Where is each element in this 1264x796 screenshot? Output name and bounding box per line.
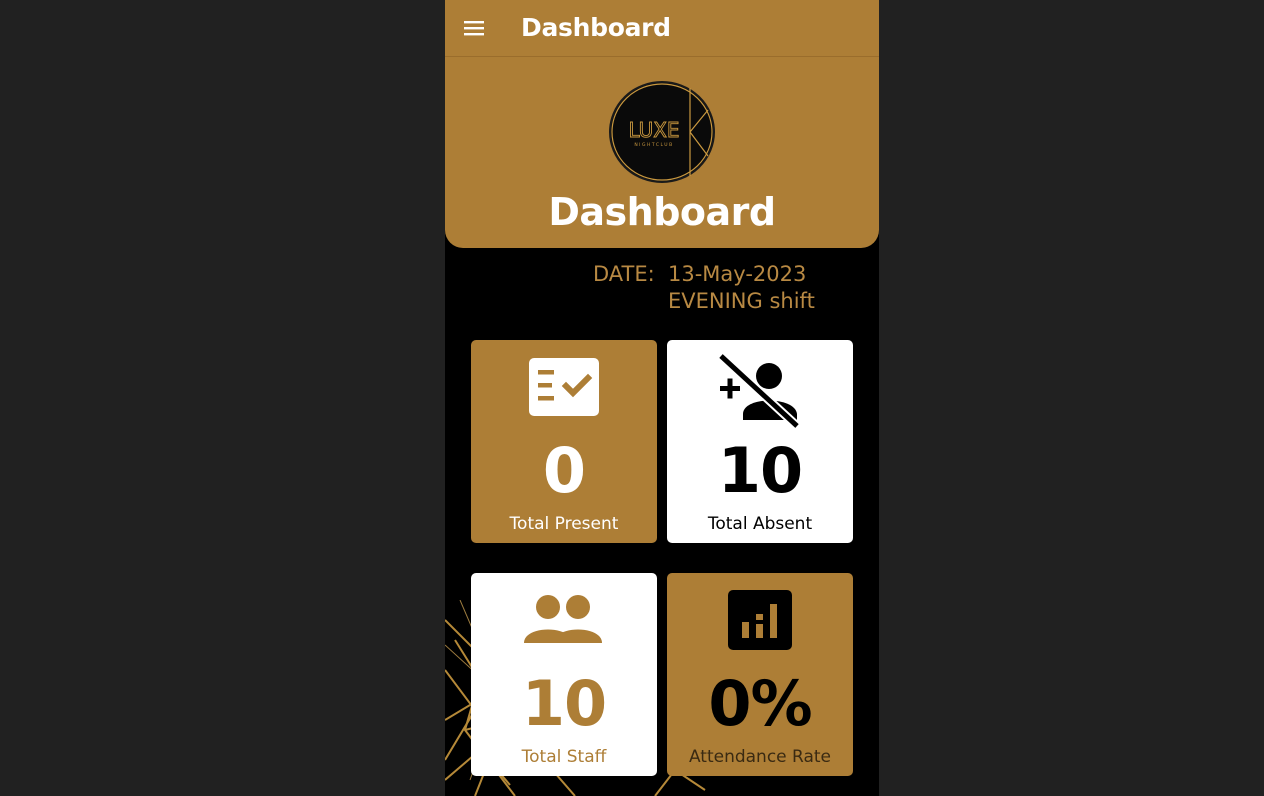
total-absent-label: Total Absent xyxy=(707,514,813,534)
app-screen: Dashboard LUXE NIGHTCLUB Dashboard DATE:… xyxy=(445,0,879,796)
bar-chart-icon xyxy=(728,590,792,650)
total-absent-value: 10 xyxy=(717,434,803,507)
total-staff-value: 10 xyxy=(521,667,607,740)
app-bar: Dashboard xyxy=(445,0,879,57)
total-present-label: Total Present xyxy=(509,514,619,534)
hamburger-menu-icon[interactable] xyxy=(459,14,489,42)
dashboard-header: LUXE NIGHTCLUB Dashboard xyxy=(445,56,879,248)
app-bar-title: Dashboard xyxy=(521,13,671,42)
group-icon xyxy=(524,595,602,643)
total-absent-card[interactable]: 10 Total Absent xyxy=(667,340,853,543)
logo-text: LUXE xyxy=(628,118,679,142)
checklist-icon xyxy=(529,358,599,416)
attendance-rate-card[interactable]: 0% Attendance Rate xyxy=(667,573,853,776)
attendance-rate-label: Attendance Rate xyxy=(688,747,832,767)
logo-subtext: NIGHTCLUB xyxy=(634,142,673,148)
date-value: 13-May-2023 xyxy=(668,262,807,286)
total-present-card[interactable]: 0 Total Present xyxy=(471,340,657,543)
page-title: Dashboard xyxy=(548,190,776,234)
total-staff-label: Total Staff xyxy=(521,747,607,767)
date-label: DATE: xyxy=(593,262,655,286)
total-present-value: 0 xyxy=(542,434,586,507)
luxe-nightclub-logo: LUXE NIGHTCLUB xyxy=(609,81,715,183)
person-off-icon xyxy=(717,352,801,428)
shift-value: EVENING shift xyxy=(668,289,815,313)
total-staff-card[interactable]: 10 Total Staff xyxy=(471,573,657,776)
attendance-rate-value: 0% xyxy=(708,667,812,740)
